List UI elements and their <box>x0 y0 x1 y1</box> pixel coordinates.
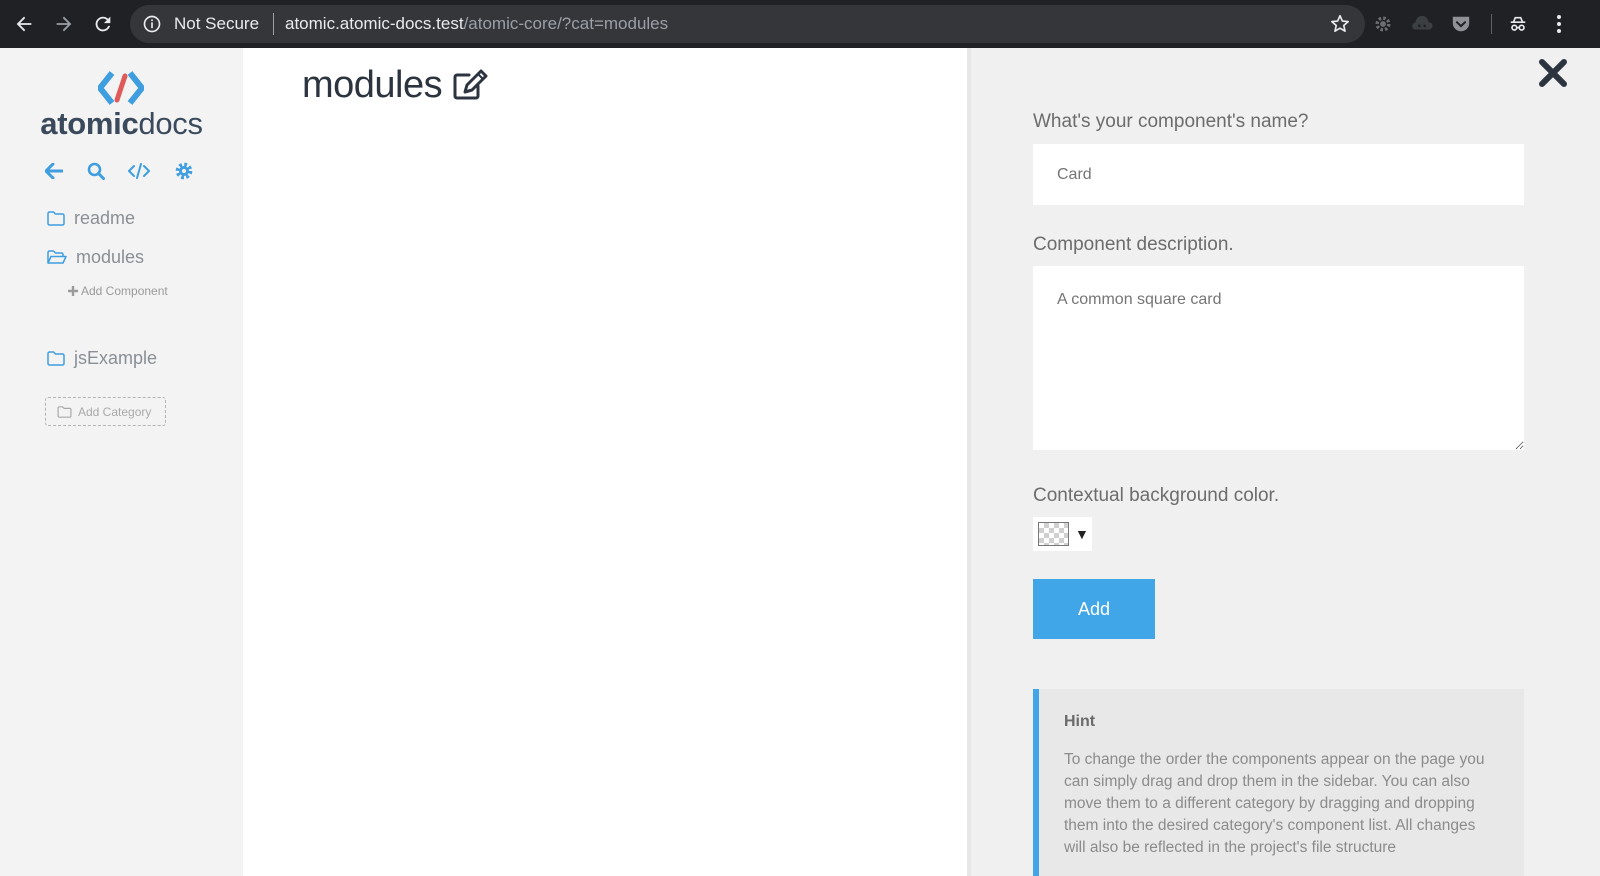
page-title: modules <box>302 62 488 108</box>
address-bar[interactable]: Not Secure atomic.atomic-docs.test/atomi… <box>130 5 1365 43</box>
sidebar: atomicdocs readme modules Add Component … <box>0 48 243 876</box>
sidebar-category-readme[interactable]: readme <box>47 206 135 230</box>
sidebar-category-jsexample[interactable]: jsExample <box>47 346 157 370</box>
browser-toolbar: Not Secure atomic.atomic-docs.test/atomi… <box>0 0 1600 48</box>
forward-button[interactable] <box>52 12 76 36</box>
url-host: atomic.atomic-docs.test <box>285 14 464 33</box>
code-button[interactable] <box>128 160 150 182</box>
close-icon[interactable] <box>1538 58 1568 88</box>
extension-cloud-icon[interactable] <box>1411 13 1433 35</box>
settings-button[interactable] <box>173 160 195 182</box>
category-label: readme <box>74 207 136 228</box>
extension-pocket-icon[interactable] <box>1450 13 1472 35</box>
component-description-label: Component description. <box>1033 234 1234 255</box>
component-name-input[interactable] <box>1033 144 1524 205</box>
extension-gear-icon[interactable] <box>1372 13 1394 35</box>
background-color-label: Contextual background color. <box>1033 485 1280 506</box>
incognito-icon[interactable] <box>1507 13 1529 35</box>
category-label: jsExample <box>74 347 158 368</box>
add-component-label: Add Component <box>81 284 168 298</box>
folder-icon <box>47 210 65 226</box>
brand-light: docs <box>138 106 203 141</box>
arrow-right-icon <box>56 16 72 32</box>
plus-icon <box>68 286 78 296</box>
search-icon <box>87 162 105 180</box>
dropdown-caret-icon: ▼ <box>1075 526 1089 542</box>
arrow-left-icon <box>45 163 63 179</box>
hint-title: Hint <box>1064 713 1096 730</box>
folder-icon <box>57 405 72 418</box>
menu-icon[interactable] <box>1548 13 1570 35</box>
gear-icon <box>175 162 193 180</box>
category-label: modules <box>76 246 145 267</box>
url-text[interactable]: atomic.atomic-docs.test/atomic-core/?cat… <box>285 14 668 34</box>
brand-wordmark[interactable]: atomicdocs <box>0 106 243 142</box>
back-button[interactable] <box>12 12 36 36</box>
brand-bold: atomic <box>40 106 139 141</box>
search-button[interactable] <box>85 160 107 182</box>
add-category-button[interactable]: Add Category <box>45 397 166 426</box>
hint-body: To change the order the components appea… <box>1064 751 1485 856</box>
component-description-textarea[interactable] <box>1033 266 1524 450</box>
back-arrow-button[interactable] <box>43 160 65 182</box>
address-separator <box>273 13 274 35</box>
transparent-swatch <box>1038 522 1069 546</box>
bookmark-star-icon[interactable] <box>1329 13 1351 35</box>
background-color-picker[interactable]: ▼ <box>1033 517 1092 551</box>
component-name-label: What's your component's name? <box>1033 111 1309 132</box>
arrow-left-icon <box>16 16 32 32</box>
reload-button[interactable] <box>91 12 115 36</box>
page-title-text: modules <box>302 63 443 106</box>
hint-box: Hint To change the order the components … <box>1033 689 1524 876</box>
code-icon <box>128 163 150 179</box>
reload-icon <box>95 16 111 32</box>
add-button[interactable]: Add <box>1033 579 1155 639</box>
sidebar-category-modules[interactable]: modules <box>47 245 144 269</box>
folder-open-icon <box>47 249 67 264</box>
toolbar-divider <box>1491 14 1492 34</box>
atomic-docs-logo[interactable] <box>98 70 144 106</box>
url-path: /atomic-core/?cat=modules <box>463 14 669 33</box>
info-icon[interactable] <box>142 14 162 34</box>
edit-icon[interactable] <box>452 69 488 101</box>
add-category-label: Add Category <box>78 404 152 419</box>
security-label: Not Secure <box>174 14 260 33</box>
add-component-link[interactable]: Add Component <box>68 284 168 298</box>
folder-icon <box>47 350 65 366</box>
